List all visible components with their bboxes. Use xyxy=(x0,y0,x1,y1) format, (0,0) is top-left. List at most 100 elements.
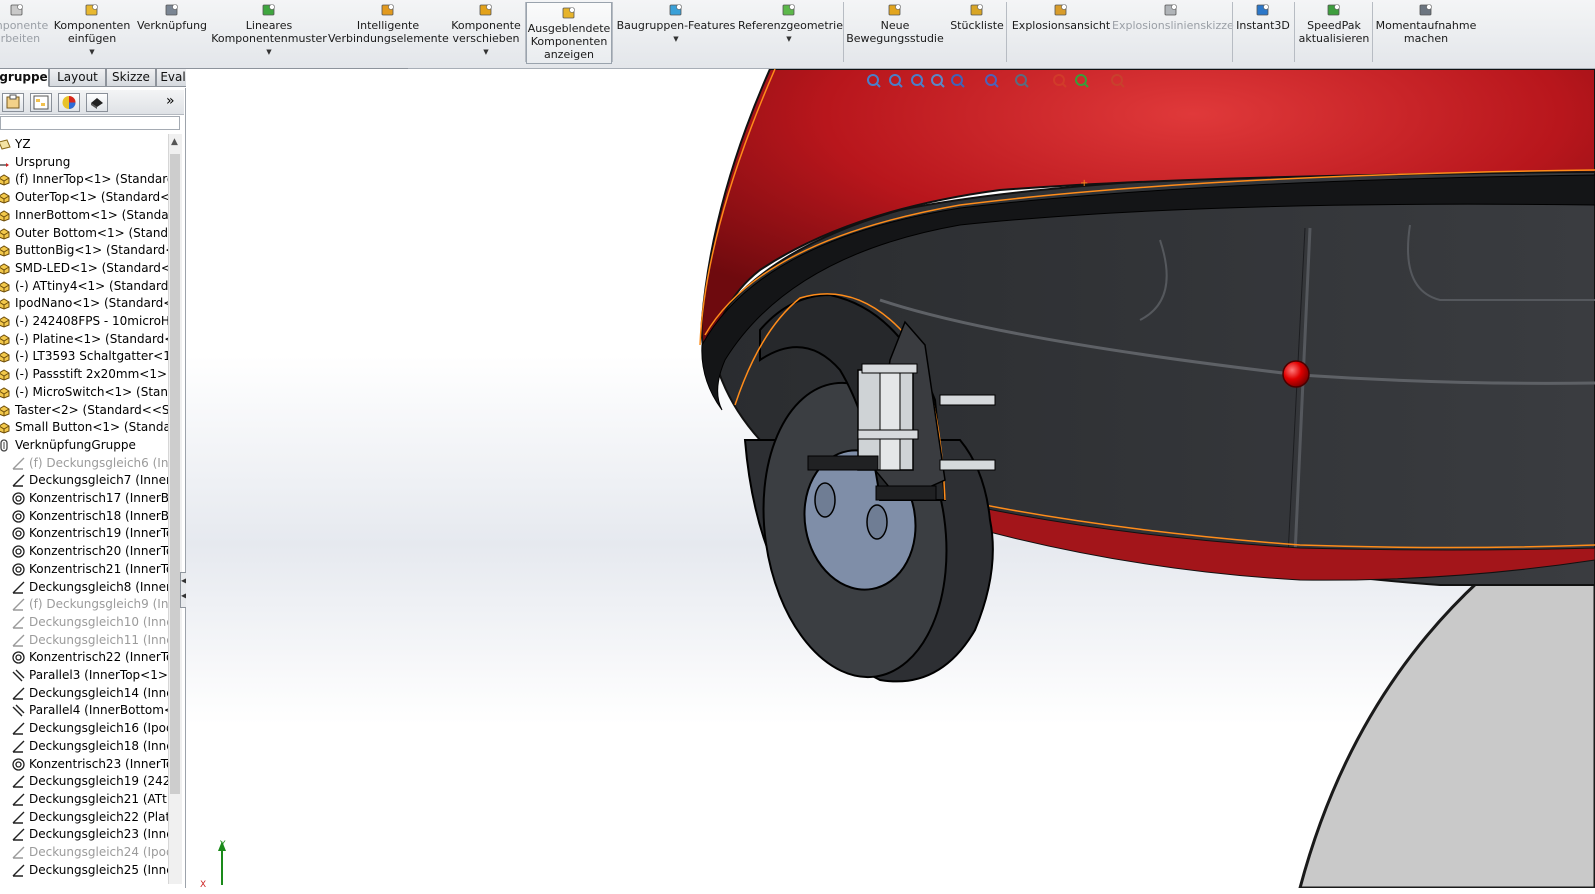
tree-item[interactable]: Konzentrisch20 (InnerTop xyxy=(0,543,168,561)
ribbon-button-0[interactable]: mponente arbeiten xyxy=(0,0,49,66)
reference-geometry-icon xyxy=(782,4,795,16)
tree-item[interactable]: Konzentrisch19 (InnerTop xyxy=(0,525,168,543)
ribbon-button-label: Momentaufnahme machen xyxy=(1375,19,1477,45)
tree-item[interactable]: (-) ATtiny4<1> (Standard<<S xyxy=(0,278,168,296)
ribbon-button-10[interactable]: Stückliste xyxy=(948,0,1006,66)
switch-pin xyxy=(861,363,918,374)
tree-item[interactable]: Konzentrisch17 (InnerBott xyxy=(0,490,168,508)
ribbon-button-11[interactable]: Explosionsansicht xyxy=(1010,0,1112,66)
tree-item[interactable]: Deckungsgleich10 (InnerB xyxy=(0,614,168,632)
ribbon-button-9[interactable]: Neue Bewegungsstudie xyxy=(845,0,945,66)
coincident-icon xyxy=(12,722,25,735)
tree-item[interactable]: Deckungsgleich22 (Platine xyxy=(0,809,168,827)
tree-item[interactable]: Konzentrisch22 (InnerTop xyxy=(0,649,168,667)
tree-item-label: (f) InnerTop<1> (Standard<< xyxy=(15,172,168,187)
tree-item[interactable]: InnerBottom<1> (Standard<< xyxy=(0,207,168,225)
tree-item[interactable]: Deckungsgleich11 (InnerT xyxy=(0,632,168,650)
tree-item[interactable]: Deckungsgleich19 (242408 xyxy=(0,773,168,791)
tree-item[interactable]: Ursprung xyxy=(0,154,168,172)
section-view-icon[interactable] xyxy=(930,73,946,89)
scroll-thumb[interactable] xyxy=(170,154,180,794)
tree-item[interactable]: OuterTop<1> (Standard<<Sta xyxy=(0,189,168,207)
tree-item[interactable]: (-) Passstift 2x20mm<1> (Stan xyxy=(0,366,168,384)
tree-item[interactable]: Deckungsgleich25 (InnerB xyxy=(0,862,168,880)
dropdown-arrow-icon[interactable]: ▼ xyxy=(616,33,736,46)
tree-item[interactable]: Deckungsgleich23 (InnerB xyxy=(0,826,168,844)
dropdown-arrow-icon[interactable]: ▼ xyxy=(738,33,840,46)
tree-item[interactable]: Taster<2> (Standard<<Stand xyxy=(0,402,168,420)
ribbon-button-4[interactable]: Intelligente Verbindungselemente xyxy=(328,0,449,66)
ribbon-button-14[interactable]: SpeedPak aktualisieren xyxy=(1296,0,1372,66)
tree-item[interactable]: ButtonBig<1> (Standard<<St xyxy=(0,242,168,260)
tree-item[interactable]: Deckungsgleich21 (ATtiny xyxy=(0,791,168,809)
tree-item[interactable]: Small Button<1> (Standard< xyxy=(0,419,168,437)
ribbon-button-8[interactable]: Referenzgeometrie ▼ xyxy=(738,0,843,66)
tree-item[interactable]: (f) Deckungsgleich9 (Inne xyxy=(0,596,168,614)
ribbon-button-12[interactable]: Explosionslinienskizze xyxy=(1112,0,1234,66)
tree-item[interactable]: (f) Deckungsgleich6 (Inne xyxy=(0,455,168,473)
ribbon-button-3[interactable]: Lineares Komponentenmuster ▼ xyxy=(210,0,328,66)
tree-item[interactable]: Deckungsgleich14 (InnerT xyxy=(0,685,168,703)
ribbon-button-2[interactable]: Verknüpfung xyxy=(136,0,208,66)
view-orientation-icon[interactable] xyxy=(950,73,966,89)
tree-item[interactable]: Parallel4 (InnerBottom<1> xyxy=(0,702,168,720)
previous-view-icon[interactable] xyxy=(910,73,926,89)
ribbon-button-13[interactable]: Instant3D xyxy=(1234,0,1292,66)
hide-show-icon[interactable] xyxy=(1014,73,1030,89)
zoom-to-fit-icon[interactable] xyxy=(866,73,882,89)
tree-item[interactable]: Deckungsgleich18 (InnerT xyxy=(0,738,168,756)
ribbon-button-label: mponente arbeiten xyxy=(0,19,49,45)
move-component-icon xyxy=(479,4,492,16)
ribbon-button-7[interactable]: Baugruppen-Features ▼ xyxy=(616,0,736,66)
ribbon-button-6[interactable]: Ausgeblendete Komponenten anzeigen xyxy=(526,2,612,64)
tree-item-label: Konzentrisch20 (InnerTop xyxy=(29,544,168,559)
tab-layout[interactable]: Layout xyxy=(49,68,106,87)
dropdown-arrow-icon[interactable]: ▼ xyxy=(210,46,328,59)
tree-item[interactable]: Parallel3 (InnerTop<1>,SN xyxy=(0,667,168,685)
tree-item[interactable]: Outer Bottom<1> (Standard< xyxy=(0,225,168,243)
property-manager-tab[interactable] xyxy=(30,93,52,112)
config-manager-tab[interactable] xyxy=(58,93,80,112)
scene-icon[interactable] xyxy=(1074,73,1090,89)
tree-item[interactable]: (-) 242408FPS - 10microH Dro xyxy=(0,313,168,331)
tree-item[interactable]: Deckungsgleich7 (InnerBo xyxy=(0,472,168,490)
concentric-icon xyxy=(12,545,25,558)
tree-item[interactable]: Konzentrisch23 (InnerTop xyxy=(0,756,168,774)
tree-item[interactable]: VerknüpfungGruppe xyxy=(0,437,168,455)
tree-item[interactable]: Deckungsgleich8 (InnerTo xyxy=(0,579,168,597)
ribbon-button-15[interactable]: Momentaufnahme machen xyxy=(1374,0,1478,66)
view-settings-icon[interactable] xyxy=(1110,73,1126,89)
ribbon-button-label: Komponenten einfügen xyxy=(53,19,131,45)
switch-pin xyxy=(939,394,996,406)
scroll-up-icon[interactable]: ▲ xyxy=(171,137,178,147)
tree-scrollbar[interactable]: ▲ xyxy=(168,134,182,884)
edit-appearance-icon[interactable] xyxy=(1052,73,1068,89)
dropdown-arrow-icon[interactable]: ▼ xyxy=(448,46,524,59)
instant3d-icon xyxy=(1256,4,1269,16)
tree-item[interactable]: Konzentrisch18 (InnerBott xyxy=(0,508,168,526)
tree-item[interactable]: YZ xyxy=(0,136,168,154)
feature-manager-tab[interactable] xyxy=(2,93,24,112)
panel-expand-button[interactable]: » xyxy=(166,93,175,109)
tree-item[interactable]: Deckungsgleich24 (IpodN xyxy=(0,844,168,862)
tab-skizze[interactable]: Skizze xyxy=(106,68,156,87)
display-manager-tab[interactable] xyxy=(86,93,108,112)
tree-filter-input[interactable] xyxy=(0,116,180,130)
part-icon xyxy=(0,334,10,346)
tree-item-label: Parallel4 (InnerBottom<1> xyxy=(29,703,168,718)
display-style-icon[interactable] xyxy=(984,73,1000,89)
dropdown-arrow-icon[interactable]: ▼ xyxy=(50,46,134,59)
zoom-area-icon[interactable] xyxy=(888,73,904,89)
tree-item[interactable]: (-) Platine<1> (Standard<<St xyxy=(0,331,168,349)
tab-baugruppe[interactable]: gruppe xyxy=(0,68,49,87)
ribbon-button-5[interactable]: Komponente verschieben ▼ xyxy=(448,0,524,66)
tree-item[interactable]: IpodNano<1> (Standard<<St xyxy=(0,295,168,313)
tree-item[interactable]: (f) InnerTop<1> (Standard<< xyxy=(0,171,168,189)
tree-item[interactable]: SMD-LED<1> (Standard<<Sta xyxy=(0,260,168,278)
tree-item[interactable]: (-) MicroSwitch<1> (Standarc xyxy=(0,384,168,402)
tree-item[interactable]: Deckungsgleich16 (IpodN xyxy=(0,720,168,738)
tree-item[interactable]: Konzentrisch21 (InnerTop xyxy=(0,561,168,579)
graphics-viewport[interactable]: + Y X xyxy=(186,69,1595,888)
ribbon-button-1[interactable]: Komponenten einfügen ▼ xyxy=(50,0,134,66)
tree-item[interactable]: (-) LT3593 Schaltgatter<1> (S xyxy=(0,348,168,366)
